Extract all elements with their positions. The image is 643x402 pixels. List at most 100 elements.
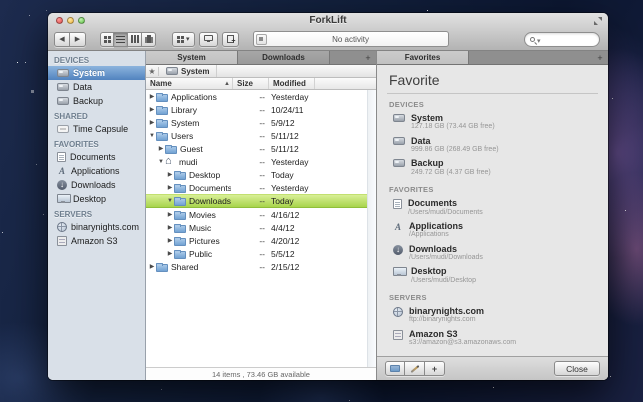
breadcrumb[interactable]: System — [159, 65, 217, 77]
favorite-item-subtitle: 249.72 GB (4.37 GB free) — [411, 169, 491, 177]
file-row-applications[interactable]: ▶Applications--Yesterday — [146, 90, 376, 103]
file-row-system[interactable]: ▶System--5/9/12 — [146, 116, 376, 129]
search-scope-chevron-icon[interactable] — [535, 30, 541, 48]
favorite-item-binarynights-com[interactable]: binarynights.comftp://binarynights.com — [387, 304, 598, 327]
pencil-icon — [410, 365, 419, 373]
file-row-documents[interactable]: ▶Documents--Yesterday — [146, 181, 376, 194]
file-modified: 10/24/11 — [265, 105, 311, 115]
favorite-item-subtitle: s3://amazon@s3.amazonaws.com — [409, 339, 516, 347]
disclosure-collapsed-icon[interactable]: ▶ — [166, 184, 174, 191]
favorite-item-desktop[interactable]: Desktop/Users/mudi/Desktop — [387, 264, 598, 287]
search-input[interactable] — [544, 35, 594, 44]
file-row-music[interactable]: ▶Music--4/4/12 — [146, 221, 376, 234]
sidebar-item-downloads[interactable]: Downloads — [48, 178, 145, 192]
file-row-users[interactable]: ▼Users--5/11/12 — [146, 129, 376, 142]
sidebar-item-backup[interactable]: Backup — [48, 94, 145, 108]
tab-system[interactable]: System — [146, 51, 238, 64]
column-view-button[interactable] — [128, 32, 142, 47]
column-header-modified[interactable]: Modified — [268, 78, 314, 89]
file-size: -- — [231, 131, 265, 141]
disclosure-collapsed-icon[interactable]: ▶ — [166, 211, 174, 218]
search-field[interactable] — [524, 32, 600, 47]
disclosure-collapsed-icon[interactable]: ▶ — [157, 145, 165, 152]
sidebar-item-binarynights-com[interactable]: binarynights.com — [48, 220, 145, 234]
toolbar-action-buttons — [172, 32, 239, 47]
disclosure-collapsed-icon[interactable]: ▶ — [148, 119, 156, 126]
favorite-item-text: binarynights.comftp://binarynights.com — [409, 306, 484, 325]
folder-icon — [156, 94, 168, 102]
favorite-item-downloads[interactable]: Downloads/Users/mudi/Downloads — [387, 242, 598, 265]
edit-favorite-button[interactable] — [405, 361, 425, 376]
favorite-item-data[interactable]: Data999.86 GB (268.49 GB free) — [387, 134, 598, 157]
new-folder-button[interactable] — [222, 32, 239, 47]
tab-favorites[interactable]: Favorites — [377, 51, 469, 64]
favorite-item-backup[interactable]: Backup249.72 GB (4.37 GB free) — [387, 156, 598, 179]
file-row-library[interactable]: ▶Library--10/24/11 — [146, 103, 376, 116]
chevron-down-icon — [184, 35, 190, 43]
forward-button[interactable]: ▶ — [70, 32, 86, 47]
disclosure-collapsed-icon[interactable]: ▶ — [148, 263, 156, 270]
add-favorite-button[interactable] — [425, 361, 445, 376]
sidebar-item-desktop[interactable]: Desktop — [48, 192, 145, 206]
tab-label: Downloads — [262, 53, 305, 62]
globe-icon — [57, 222, 67, 232]
sidebar-item-data[interactable]: Data — [48, 80, 145, 94]
column-header-name[interactable]: Name ▲ — [146, 79, 232, 88]
disclosure-collapsed-icon[interactable]: ▶ — [166, 237, 174, 244]
coverflow-view-button[interactable] — [142, 32, 156, 47]
zoom-button[interactable] — [78, 17, 85, 24]
file-name: Pictures — [186, 236, 231, 246]
disclosure-collapsed-icon[interactable]: ▶ — [166, 224, 174, 231]
activity-status-area[interactable]: No activity — [253, 31, 449, 47]
favorite-star-button[interactable]: ★ — [146, 67, 159, 76]
favorite-item-amazon-s3[interactable]: Amazon S3s3://amazon@s3.amazonaws.com — [387, 327, 598, 350]
file-name: Documents — [186, 183, 231, 193]
disclosure-collapsed-icon[interactable]: ▶ — [166, 171, 174, 178]
tab-downloads[interactable]: Downloads — [238, 51, 330, 64]
icon-view-button[interactable] — [100, 32, 114, 47]
minimize-button[interactable] — [67, 17, 74, 24]
favorite-item-applications[interactable]: Applications/Applications — [387, 219, 598, 242]
list-view-button[interactable] — [114, 32, 128, 47]
favorite-item-label: Data — [411, 136, 499, 146]
scrollbar-track[interactable] — [367, 90, 376, 367]
new-favorite-tab-button[interactable]: + — [592, 51, 608, 64]
disclosure-expanded-icon[interactable]: ▼ — [166, 198, 174, 204]
new-tab-button[interactable]: + — [360, 51, 376, 64]
disclosure-collapsed-icon[interactable]: ▶ — [166, 250, 174, 257]
back-button[interactable]: ◀ — [54, 32, 70, 47]
fullscreen-icon[interactable] — [594, 17, 602, 25]
file-row-desktop[interactable]: ▶Desktop--Today — [146, 168, 376, 181]
connect-button[interactable] — [199, 32, 218, 47]
add-folder-button[interactable] — [385, 361, 405, 376]
disclosure-expanded-icon[interactable]: ▼ — [148, 133, 156, 139]
file-row-public[interactable]: ▶Public--5/5/12 — [146, 247, 376, 260]
file-modified: Today — [265, 196, 311, 206]
sidebar-item-applications[interactable]: Applications — [48, 164, 145, 178]
sidebar-item-time-capsule[interactable]: Time Capsule — [48, 122, 145, 136]
drive-icon — [393, 137, 405, 145]
sidebar-item-documents[interactable]: Documents — [48, 150, 145, 164]
disclosure-collapsed-icon[interactable]: ▶ — [148, 93, 156, 100]
column-header-size[interactable]: Size — [232, 78, 268, 89]
file-row-mudi[interactable]: ▼mudi--Yesterday — [146, 155, 376, 168]
file-row-shared[interactable]: ▶Shared--2/15/12 — [146, 260, 376, 273]
close-button[interactable] — [56, 17, 63, 24]
favorite-item-documents[interactable]: Documents/Users/mudi/Documents — [387, 196, 598, 219]
sidebar-item-system[interactable]: System — [48, 66, 145, 80]
traffic-lights — [56, 17, 85, 24]
disclosure-collapsed-icon[interactable]: ▶ — [148, 106, 156, 113]
file-row-movies[interactable]: ▶Movies--4/16/12 — [146, 208, 376, 221]
file-row-downloads[interactable]: ▼Downloads--Today — [146, 194, 376, 208]
disclosure-expanded-icon[interactable]: ▼ — [157, 159, 165, 165]
file-row-pictures[interactable]: ▶Pictures--4/20/12 — [146, 234, 376, 247]
globe-icon — [393, 307, 403, 317]
file-row-guest[interactable]: ▶Guest--5/11/12 — [146, 142, 376, 155]
view-options-button[interactable] — [172, 32, 195, 47]
favorite-item-system[interactable]: System127.18 GB (73.44 GB free) — [387, 111, 598, 134]
favorite-item-label: Desktop — [411, 266, 476, 276]
close-button[interactable]: Close — [554, 361, 600, 376]
titlebar[interactable]: ForkLift — [48, 13, 608, 28]
sidebar-item-amazon-s3[interactable]: Amazon S3 — [48, 234, 145, 248]
left-pane-tabbar: System Downloads + — [146, 51, 376, 65]
